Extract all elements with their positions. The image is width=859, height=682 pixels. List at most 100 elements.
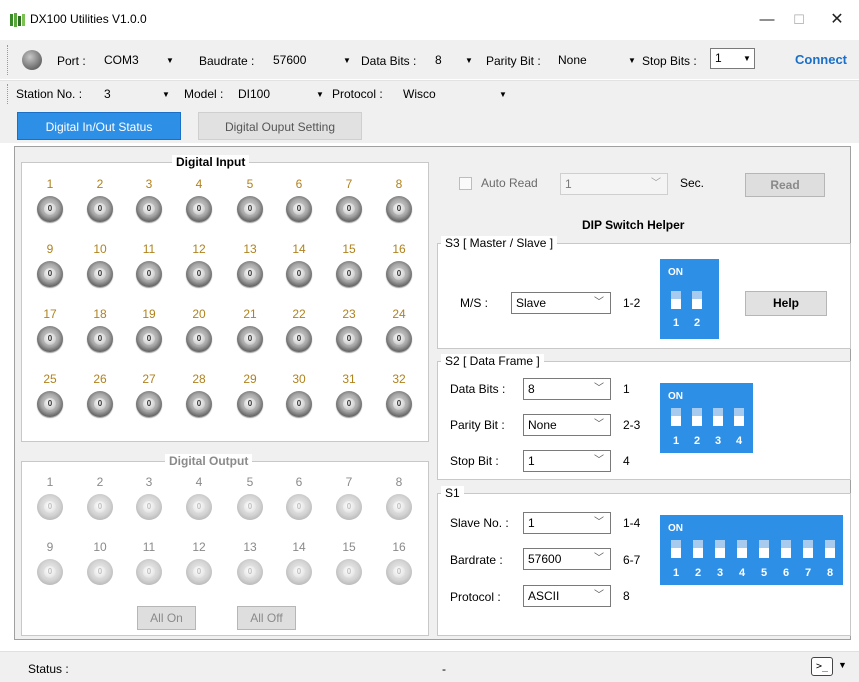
databits-label: Data Bits : bbox=[361, 54, 417, 68]
do-channel-indicator-9[interactable]: 0 bbox=[37, 559, 63, 585]
do-channel-indicator-15[interactable]: 0 bbox=[336, 559, 362, 585]
do-channel-indicator-14[interactable]: 0 bbox=[286, 559, 312, 585]
indicator-state: 0 bbox=[343, 398, 355, 410]
s3-title: S3 [ Master / Slave ] bbox=[441, 236, 558, 250]
chevron-down-icon[interactable]: ▼ bbox=[838, 660, 847, 670]
do-channel-indicator-1[interactable]: 0 bbox=[37, 494, 63, 520]
di-channel-number: 17 bbox=[43, 307, 57, 321]
dip-switch-lever bbox=[692, 291, 702, 309]
ms-select[interactable]: Slave ﹀ bbox=[511, 292, 611, 314]
s1-slave-select[interactable]: 1 ﹀ bbox=[523, 512, 611, 534]
s1-protocol-select[interactable]: ASCII ﹀ bbox=[523, 585, 611, 607]
do-channel-indicator-7[interactable]: 0 bbox=[336, 494, 362, 520]
di-channel-indicator-26: 0 bbox=[87, 391, 113, 417]
chevron-down-icon: ▼ bbox=[162, 90, 170, 99]
di-channel-indicator-9: 0 bbox=[37, 261, 63, 287]
di-channel-indicator-24: 0 bbox=[386, 326, 412, 352]
di-channel-indicator-28: 0 bbox=[186, 391, 212, 417]
s2-databits-value: 8 bbox=[528, 382, 535, 396]
do-channel-indicator-8[interactable]: 0 bbox=[386, 494, 412, 520]
s2-parity-select[interactable]: None ﹀ bbox=[523, 414, 611, 436]
indicator-state: 0 bbox=[343, 203, 355, 215]
stopbits-select[interactable]: 1 ▼ bbox=[710, 48, 755, 69]
indicator-state: 0 bbox=[44, 333, 56, 345]
do-channel-indicator-6[interactable]: 0 bbox=[286, 494, 312, 520]
di-channel-indicator-8: 0 bbox=[386, 196, 412, 222]
s2-databits-select[interactable]: 8 ﹀ bbox=[523, 378, 611, 400]
indicator-state: 0 bbox=[244, 501, 256, 513]
do-channel-number: 14 bbox=[292, 540, 306, 554]
auto-read-checkbox[interactable] bbox=[459, 177, 472, 190]
di-channel-indicator-18: 0 bbox=[87, 326, 113, 352]
di-channel-indicator-25: 0 bbox=[37, 391, 63, 417]
s2-parity-label: Parity Bit : bbox=[450, 418, 505, 432]
do-channel-number: 6 bbox=[295, 475, 303, 489]
databits-select[interactable]: 8 ▼ bbox=[435, 50, 475, 70]
di-channel-number: 24 bbox=[392, 307, 406, 321]
do-channel-indicator-5[interactable]: 0 bbox=[237, 494, 263, 520]
indicator-state: 0 bbox=[193, 333, 205, 345]
di-channel-number: 11 bbox=[142, 242, 156, 256]
s2-parity-range: 2-3 bbox=[623, 418, 641, 432]
dip-switch-lever bbox=[693, 540, 703, 558]
do-channel-indicator-3[interactable]: 0 bbox=[136, 494, 162, 520]
terminal-icon[interactable]: >_ bbox=[811, 657, 833, 676]
tab-digital-inout-status[interactable]: Digital In/Out Status bbox=[17, 112, 181, 140]
station-select[interactable]: 3 ▼ bbox=[104, 84, 172, 104]
di-channel-number: 10 bbox=[93, 242, 107, 256]
do-channel-number: 12 bbox=[192, 540, 206, 554]
toolbar-grip[interactable] bbox=[7, 45, 9, 75]
s2-stopbit-select[interactable]: 1 ﹀ bbox=[523, 450, 611, 472]
do-channel-indicator-2[interactable]: 0 bbox=[87, 494, 113, 520]
maximize-button[interactable]: ☐ bbox=[784, 8, 814, 32]
indicator-state: 0 bbox=[393, 398, 405, 410]
dip-switch-number: 6 bbox=[782, 567, 790, 579]
port-select[interactable]: COM3 ▼ bbox=[104, 50, 176, 70]
protocol-select[interactable]: Wisco ▼ bbox=[403, 84, 511, 104]
connect-button[interactable]: Connect bbox=[788, 49, 854, 71]
di-channel-number: 29 bbox=[243, 372, 257, 386]
di-channel-number: 12 bbox=[192, 242, 206, 256]
di-channel-indicator-14: 0 bbox=[286, 261, 312, 287]
auto-read-interval-select[interactable]: 1 ﹀ bbox=[560, 173, 668, 195]
digital-output-group bbox=[21, 461, 429, 636]
stopbits-label: Stop Bits : bbox=[642, 54, 697, 68]
indicator-state: 0 bbox=[293, 398, 305, 410]
dip-switch-lever bbox=[803, 540, 813, 558]
do-channel-number: 8 bbox=[395, 475, 403, 489]
dip-switch-number: 1 bbox=[672, 567, 680, 579]
tab-digital-output-setting[interactable]: Digital Ouput Setting bbox=[198, 112, 362, 140]
read-button[interactable]: Read bbox=[745, 173, 825, 197]
baudrate-select[interactable]: 57600 ▼ bbox=[273, 50, 353, 70]
indicator-state: 0 bbox=[293, 501, 305, 513]
close-button[interactable]: ✕ bbox=[822, 8, 852, 32]
all-on-button[interactable]: All On bbox=[137, 606, 196, 630]
indicator-state: 0 bbox=[94, 203, 106, 215]
parity-select[interactable]: None ▼ bbox=[558, 50, 638, 70]
indicator-state: 0 bbox=[44, 398, 56, 410]
do-channel-indicator-12[interactable]: 0 bbox=[186, 559, 212, 585]
help-button[interactable]: Help bbox=[745, 291, 827, 316]
do-channel-indicator-4[interactable]: 0 bbox=[186, 494, 212, 520]
indicator-state: 0 bbox=[193, 268, 205, 280]
minimize-button[interactable]: — bbox=[752, 8, 782, 32]
dip-switch-lever bbox=[671, 540, 681, 558]
di-channel-number: 9 bbox=[46, 242, 54, 256]
di-channel-indicator-2: 0 bbox=[87, 196, 113, 222]
do-channel-indicator-13[interactable]: 0 bbox=[237, 559, 263, 585]
do-channel-number: 9 bbox=[46, 540, 54, 554]
do-channel-indicator-11[interactable]: 0 bbox=[136, 559, 162, 585]
indicator-state: 0 bbox=[44, 501, 56, 513]
all-off-button[interactable]: All Off bbox=[237, 606, 296, 630]
s1-slave-label: Slave No. : bbox=[450, 516, 509, 530]
s2-stopbit-label: Stop Bit : bbox=[450, 454, 499, 468]
s1-bardrate-select[interactable]: 57600 ﹀ bbox=[523, 548, 611, 570]
dip-switch-lever bbox=[825, 540, 835, 558]
do-channel-indicator-16[interactable]: 0 bbox=[386, 559, 412, 585]
model-select[interactable]: DI100 ▼ bbox=[238, 84, 326, 104]
do-channel-indicator-10[interactable]: 0 bbox=[87, 559, 113, 585]
toolbar-grip[interactable] bbox=[7, 84, 9, 104]
parity-label: Parity Bit : bbox=[486, 54, 541, 68]
digital-input-title: Digital Input bbox=[172, 155, 250, 169]
chevron-down-icon: ▼ bbox=[743, 54, 751, 63]
